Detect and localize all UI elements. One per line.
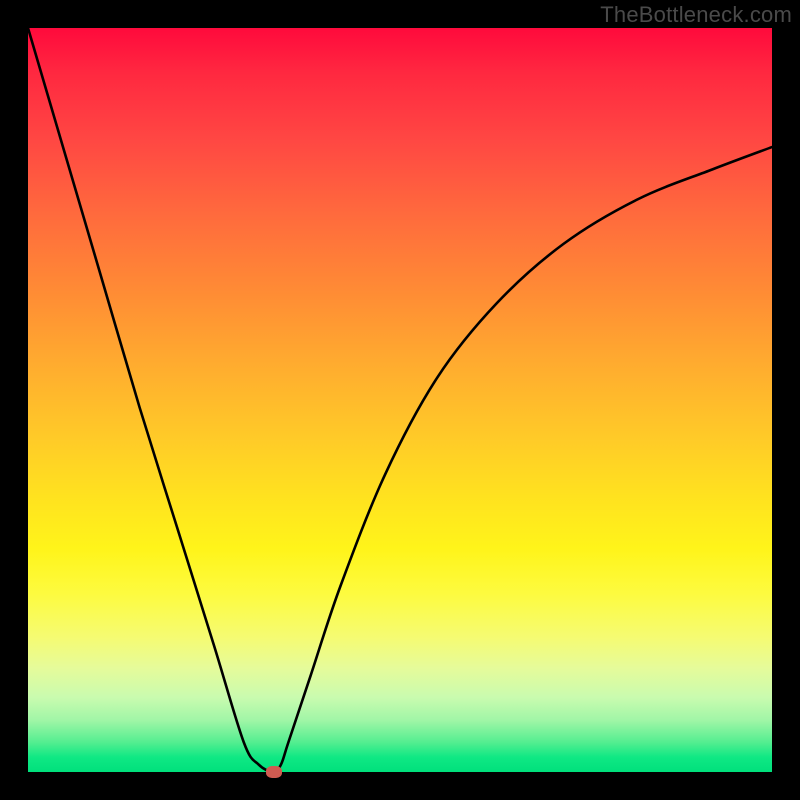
- minimum-marker-dot: [266, 766, 282, 778]
- chart-frame: TheBottleneck.com: [0, 0, 800, 800]
- watermark-text: TheBottleneck.com: [600, 2, 792, 28]
- plot-area: [28, 28, 772, 772]
- bottleneck-curve: [28, 28, 772, 772]
